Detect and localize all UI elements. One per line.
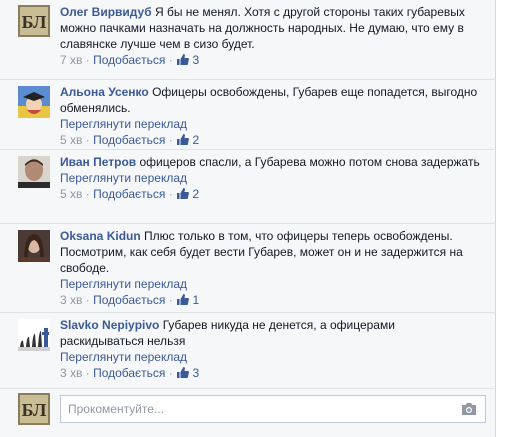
comment-author[interactable]: Олег Вирвидуб (60, 5, 152, 19)
like-count[interactable]: 2 (192, 133, 199, 147)
comment-composer: БЛ Прокоментуйте... (0, 388, 496, 428)
comment-time[interactable]: 3 хв (60, 366, 82, 380)
comment-item: Иван Петров офицеров спасли, а Губарева … (0, 149, 496, 223)
svg-text:БЛ: БЛ (22, 400, 47, 420)
man-avatar-icon (18, 156, 50, 188)
avatar[interactable] (18, 319, 50, 351)
comment-author[interactable]: Альона Усенко (60, 85, 149, 99)
comments-panel: БЛ Олег Вирвидуб Я бы не менял. Хотя с д… (0, 0, 496, 437)
graduate-avatar-icon (18, 86, 50, 118)
comment-meta: 3 хв · Подобається · 1 (60, 293, 200, 307)
comment-time[interactable]: 5 хв (60, 187, 82, 201)
comment-time[interactable]: 5 хв (60, 133, 82, 147)
comment-item: БЛ Олег Вирвидуб Я бы не менял. Хотя с д… (0, 0, 496, 79)
woman-avatar-icon (18, 230, 50, 262)
like-link[interactable]: Подобається (93, 133, 165, 147)
comment-author[interactable]: Oksana Kidun (60, 229, 141, 243)
avatar[interactable] (18, 86, 50, 118)
scrollbar[interactable] (496, 0, 505, 437)
avatar[interactable] (18, 156, 50, 188)
like-count[interactable]: 1 (192, 293, 199, 307)
camera-icon[interactable] (461, 402, 477, 416)
comment-time[interactable]: 3 хв (60, 293, 82, 307)
comment-item: Slavko Nepiypivo Губарев никуда не денет… (0, 312, 496, 388)
comment-item: Oksana Kidun Плюс только в том, что офиц… (0, 223, 496, 312)
like-link[interactable]: Подобається (93, 187, 165, 201)
comment-meta: 3 хв · Подобається · 3 (60, 366, 200, 380)
comment-text: офицеров спасли, а Губарева можно потом … (139, 155, 480, 169)
comment-meta: 5 хв · Подобається · 2 (60, 187, 200, 201)
like-count[interactable]: 2 (192, 187, 199, 201)
thumbs-up-icon (177, 294, 190, 305)
thumbs-up-icon (177, 134, 190, 145)
comment-item: Альона Усенко Офицеры освобождены, Губар… (0, 79, 496, 149)
avatar[interactable] (18, 230, 50, 262)
svg-text:БЛ: БЛ (22, 12, 47, 32)
like-link[interactable]: Подобається (93, 366, 165, 380)
like-count[interactable]: 3 (192, 53, 199, 67)
thumbs-up-icon (177, 367, 190, 378)
comment-input[interactable]: Прокоментуйте... (60, 395, 486, 423)
logo-avatar-icon: БЛ (18, 393, 50, 425)
comment-time[interactable]: 7 хв (60, 53, 82, 67)
avatar: БЛ (18, 393, 50, 425)
evolution-avatar-icon (18, 319, 50, 351)
comment-meta: 5 хв · Подобається · 2 (60, 133, 200, 147)
thumbs-up-icon (177, 54, 190, 65)
comment-meta: 7 хв · Подобається · 3 (60, 53, 200, 67)
avatar[interactable]: БЛ (18, 5, 50, 37)
like-link[interactable]: Подобається (93, 53, 165, 67)
see-translation-link[interactable]: Переглянути переклад (60, 276, 480, 292)
thumbs-up-icon (177, 188, 190, 199)
comment-placeholder: Прокоментуйте... (68, 402, 164, 416)
like-link[interactable]: Подобається (93, 293, 165, 307)
like-count[interactable]: 3 (192, 366, 199, 380)
see-translation-link[interactable]: Переглянути переклад (60, 170, 480, 186)
comment-author[interactable]: Иван Петров (60, 155, 136, 169)
see-translation-link[interactable]: Переглянути переклад (60, 349, 480, 365)
logo-avatar-icon: БЛ (18, 5, 50, 37)
see-translation-link[interactable]: Переглянути переклад (60, 116, 480, 132)
comment-author[interactable]: Slavko Nepiypivo (60, 318, 159, 332)
